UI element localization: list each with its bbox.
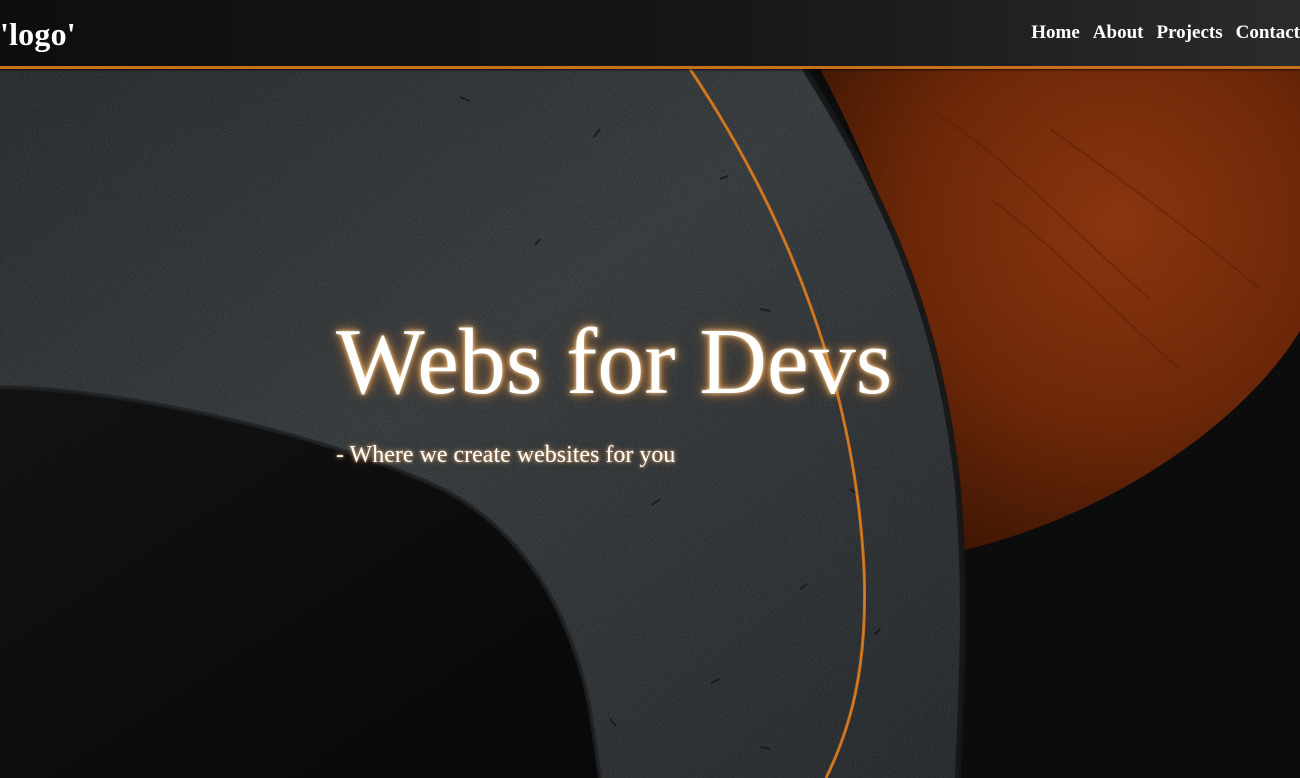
site-header: 'logo' Home About Projects Contact — [0, 0, 1300, 69]
hero-subtitle: - Where we create websites for you — [336, 442, 676, 468]
main-nav: Home About Projects Contact — [1031, 20, 1300, 46]
nav-link-about[interactable]: About — [1093, 20, 1144, 46]
site-logo[interactable]: 'logo' — [0, 14, 76, 54]
nav-link-home[interactable]: Home — [1031, 20, 1080, 46]
hero-background-image — [0, 69, 1300, 778]
nav-link-contact[interactable]: Contact — [1236, 20, 1300, 46]
hero-title: Webs for Devs — [336, 310, 893, 414]
nav-link-projects[interactable]: Projects — [1156, 20, 1222, 46]
hero-section: Webs for Devs - Where we create websites… — [0, 69, 1300, 778]
